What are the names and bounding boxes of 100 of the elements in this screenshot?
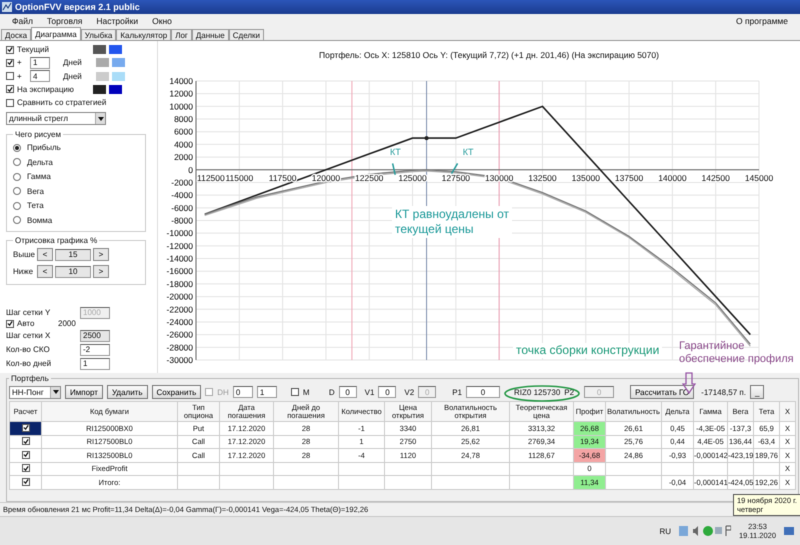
menu-item[interactable]: Файл [6,16,39,26]
y-tick-label: -30000 [166,355,193,365]
increase-button[interactable]: > [93,265,109,278]
color-swatch[interactable] [96,72,109,81]
tab[interactable]: Лог [171,29,192,40]
current-point [424,136,429,140]
auto-label: Авто [17,319,36,328]
checkbox-cell[interactable] [10,448,42,462]
radio-button[interactable] [13,172,21,181]
y-tick-label: -18000 [166,278,193,289]
tab[interactable]: Сделки [228,29,264,40]
radio-button[interactable] [13,216,21,224]
x-tick-label: 142500 [702,172,730,183]
checkbox[interactable] [6,320,14,328]
checkbox[interactable] [6,72,14,80]
range-field[interactable]: 15 [55,248,91,261]
checkbox-cell[interactable] [10,435,42,448]
x-tick-label: 140000 [658,172,687,183]
portfolio-dropdown[interactable]: НН-Понг [9,386,61,398]
checkbox[interactable] [6,85,14,94]
checkbox-cell[interactable] [10,422,42,435]
m-label: M [302,388,311,396]
menu-item[interactable]: Торговля [40,16,88,26]
y-tick-label: -26000 [166,330,193,340]
margin-value: -17148,57 п. [700,388,746,396]
tab[interactable]: Доска [1,29,32,40]
radio-button[interactable] [13,202,21,210]
toolbar-button[interactable]: Сохранить [152,385,202,399]
color-swatch[interactable] [96,58,109,68]
y-tick-label: 2000 [174,152,193,162]
checkbox[interactable] [22,464,30,472]
range-field[interactable]: 10 [55,266,91,278]
y-tick-label: -28000 [166,342,193,352]
curve-label: На экспирацию [17,84,75,94]
kt-label: КТ [462,147,474,158]
compare-label: Сравнить со стратегией [17,98,106,108]
days-field[interactable]: 1 [30,56,50,69]
field-label: P2 [564,388,574,396]
radio-button[interactable] [13,144,21,152]
color-swatch[interactable] [112,58,125,68]
value-field[interactable]: 0 [338,386,357,398]
checkbox[interactable] [6,58,14,67]
checkbox-cell[interactable] [10,476,42,489]
spin-field[interactable]: 0 [232,386,253,398]
y-tick-label: -22000 [166,304,193,314]
days-field[interactable]: 4 [30,70,50,82]
checkbox[interactable] [22,450,30,458]
kt-label: КТ [390,147,401,158]
range-label: Выше [13,250,35,260]
menu-item[interactable]: Настройки [90,16,144,26]
value-field[interactable]: 0 [466,386,500,398]
curve-label: Дней [63,72,83,81]
checkbox[interactable] [22,424,30,432]
checkbox[interactable] [6,98,14,107]
toolbar-button[interactable]: Импорт [65,385,103,399]
checkbox[interactable] [22,478,30,486]
instrument-label: RIZ0 125730 [513,388,560,396]
menu-item[interactable]: Окно [146,16,178,26]
checkbox[interactable] [205,388,214,396]
checkbox[interactable] [22,437,30,445]
days-count-field[interactable]: 1 [80,358,110,370]
tab[interactable]: Калькулятор [116,29,172,40]
decrease-button[interactable]: < [37,248,53,262]
x-tick-label: 120000 [312,172,340,183]
checkbox-cell[interactable] [10,462,42,476]
color-swatch[interactable] [93,45,106,54]
value-field[interactable]: 0 [378,386,396,398]
y-tick-label: 12000 [169,88,193,99]
toolbar-button[interactable]: Удалить [106,385,148,399]
tab[interactable]: Улыбка [80,29,116,40]
radio-label: Прибыль [26,143,61,152]
checkbox[interactable] [290,388,299,396]
radio-button[interactable] [13,158,21,166]
assembly-note: точка сборки конструкции [513,343,662,358]
y-tick-label: 6000 [174,126,193,137]
grid-x-label: Шаг сетки X [6,331,52,340]
minimize-button[interactable]: _ [750,385,764,399]
desktop-icon [784,527,794,535]
checkbox[interactable] [6,46,14,54]
x-tick-label: 137500 [614,172,644,183]
color-swatch[interactable] [93,84,106,94]
color-swatch[interactable] [109,84,122,94]
x-tick-label: 117500 [268,172,296,183]
color-swatch[interactable] [109,45,122,54]
radio-button[interactable] [13,187,21,196]
chart-note: КТ равноудалены от текущей цены [392,206,512,238]
increase-button[interactable]: > [93,248,109,262]
language-indicator[interactable]: RU [659,526,672,536]
strategy-dropdown[interactable]: длинный стрегл [6,112,106,126]
group-title: Чего рисуем [14,130,62,140]
sko-field[interactable]: -2 [80,344,110,356]
curve-label: Текущий [17,45,50,54]
decrease-button[interactable]: < [37,265,53,278]
y-tick-label: 14000 [169,76,193,86]
tab[interactable]: Диаграмма [31,27,81,40]
color-swatch[interactable] [112,72,125,81]
menu-item[interactable]: О программе [730,16,794,26]
spin-field[interactable]: 1 [256,386,277,398]
grid-x-field[interactable]: 2500 [80,330,110,342]
tab[interactable]: Данные [192,29,229,40]
